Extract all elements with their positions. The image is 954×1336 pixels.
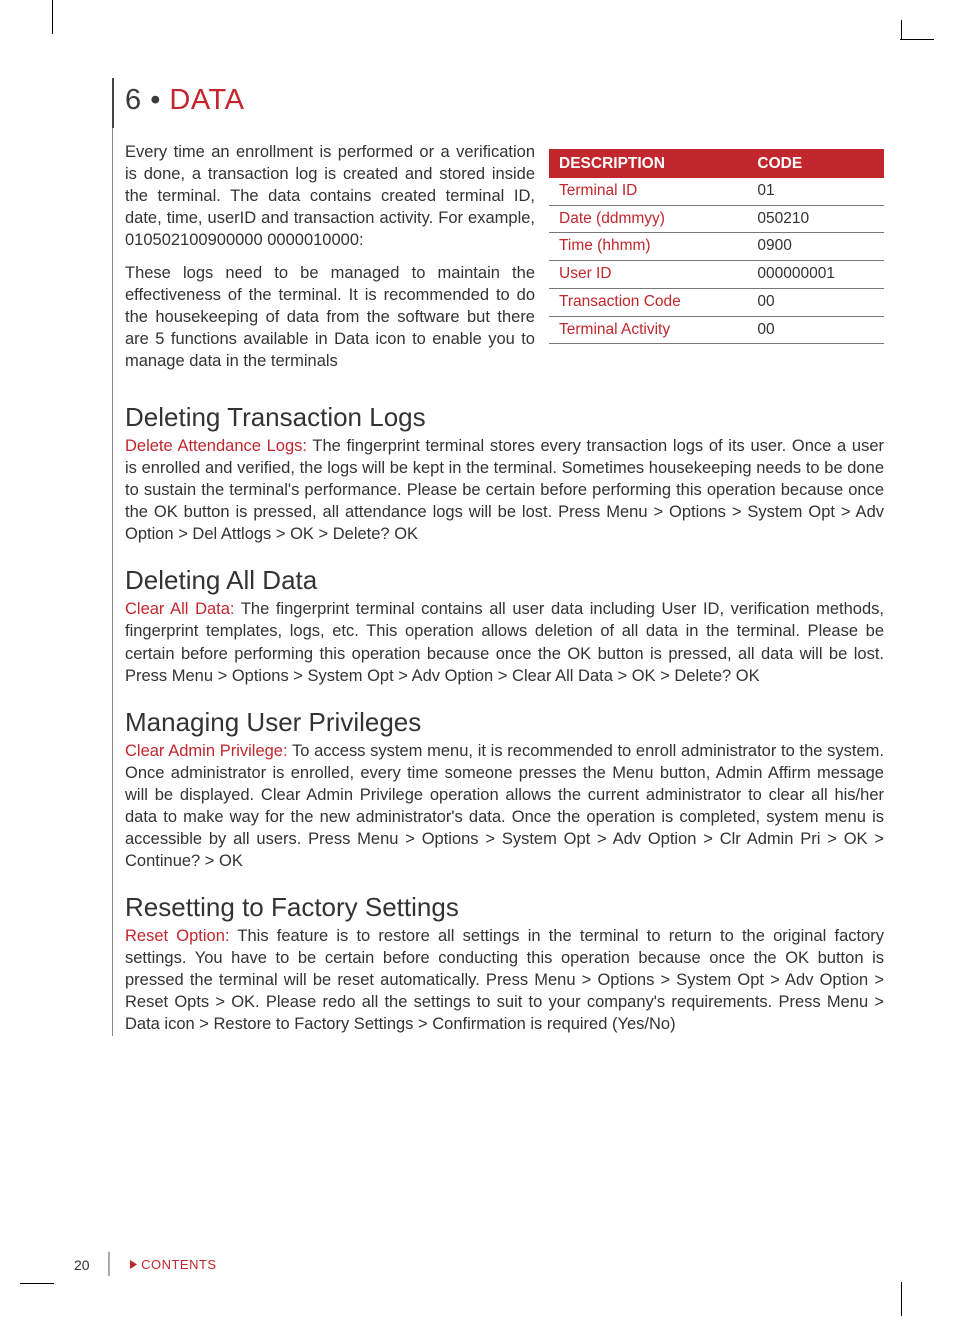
chapter-name: DATA (169, 84, 244, 116)
table-header-desc: DESCRIPTION (549, 150, 747, 178)
section-factory-reset: Resetting to Factory Settings Reset Opti… (125, 890, 884, 1035)
crop-mark (901, 20, 902, 40)
chapter-number: 6 (125, 84, 142, 116)
page-body: 6 • DATA Every time an enrollment is per… (112, 78, 884, 1036)
cell-desc: Date (ddmmyy) (549, 205, 747, 233)
section-text: To access system menu, it is recommended… (125, 742, 884, 871)
cell-desc: User ID (549, 261, 747, 289)
section-body: Reset Option: This feature is to restore… (125, 925, 884, 1036)
cell-desc: Time (hhmm) (549, 233, 747, 261)
section-body: Delete Attendance Logs: The fingerprint … (125, 435, 884, 546)
intro-text: Every time an enrollment is performed or… (125, 141, 535, 382)
section-text: This feature is to restore all settings … (125, 927, 884, 1033)
table-row: User ID000000001 (549, 261, 884, 289)
triangle-right-icon (130, 1260, 137, 1269)
table-row: Time (hhmm)0900 (549, 233, 884, 261)
section-lead: Clear All Data: (125, 600, 241, 618)
cell-code: 0900 (747, 233, 884, 261)
contents-link[interactable]: CONTENTS (130, 1257, 217, 1272)
table-row: Transaction Code00 (549, 288, 884, 316)
codes-table: DESCRIPTION CODE Terminal ID01 Date (ddm… (549, 149, 884, 344)
section-deleting-logs: Deleting Transaction Logs Delete Attenda… (125, 400, 884, 545)
intro-paragraph-1: Every time an enrollment is performed or… (125, 141, 535, 252)
section-title: Managing User Privileges (125, 705, 884, 740)
cell-code: 000000001 (747, 261, 884, 289)
footer-divider: │ (104, 1253, 117, 1276)
crop-mark (901, 1282, 902, 1316)
cell-desc: Transaction Code (549, 288, 747, 316)
table-row: Terminal Activity00 (549, 316, 884, 344)
page-number: 20 (74, 1257, 90, 1273)
chapter-separator: • (150, 84, 161, 116)
cell-code: 01 (747, 178, 884, 205)
section-body: Clear All Data: The fingerprint terminal… (125, 598, 884, 686)
section-body: Clear Admin Privilege: To access system … (125, 740, 884, 873)
intro-paragraph-2: These logs need to be managed to maintai… (125, 262, 535, 373)
section-title: Deleting Transaction Logs (125, 400, 884, 435)
section-user-privileges: Managing User Privileges Clear Admin Pri… (125, 705, 884, 872)
section-deleting-all-data: Deleting All Data Clear All Data: The fi… (125, 563, 884, 686)
cell-desc: Terminal Activity (549, 316, 747, 344)
crop-mark (900, 39, 934, 40)
section-title: Resetting to Factory Settings (125, 890, 884, 925)
content-area: Every time an enrollment is performed or… (125, 141, 884, 1036)
contents-label: CONTENTS (141, 1257, 217, 1272)
section-lead: Reset Option: (125, 927, 237, 945)
accent-bar (112, 78, 114, 128)
cell-desc: Terminal ID (549, 178, 747, 205)
table-header-code: CODE (747, 150, 884, 178)
table-row: Date (ddmmyy)050210 (549, 205, 884, 233)
cell-code: 00 (747, 316, 884, 344)
cell-code: 00 (747, 288, 884, 316)
section-title: Deleting All Data (125, 563, 884, 598)
section-lead: Clear Admin Privilege: (125, 742, 292, 760)
table-row: Terminal ID01 (549, 178, 884, 205)
chapter-title: 6 • DATA (125, 84, 884, 117)
page-footer: 20 │ CONTENTS (74, 1253, 217, 1276)
cell-code: 050210 (747, 205, 884, 233)
crop-mark (52, 0, 53, 34)
crop-mark (20, 1283, 54, 1284)
section-lead: Delete Attendance Logs: (125, 437, 312, 455)
intro-row: Every time an enrollment is performed or… (125, 141, 884, 382)
